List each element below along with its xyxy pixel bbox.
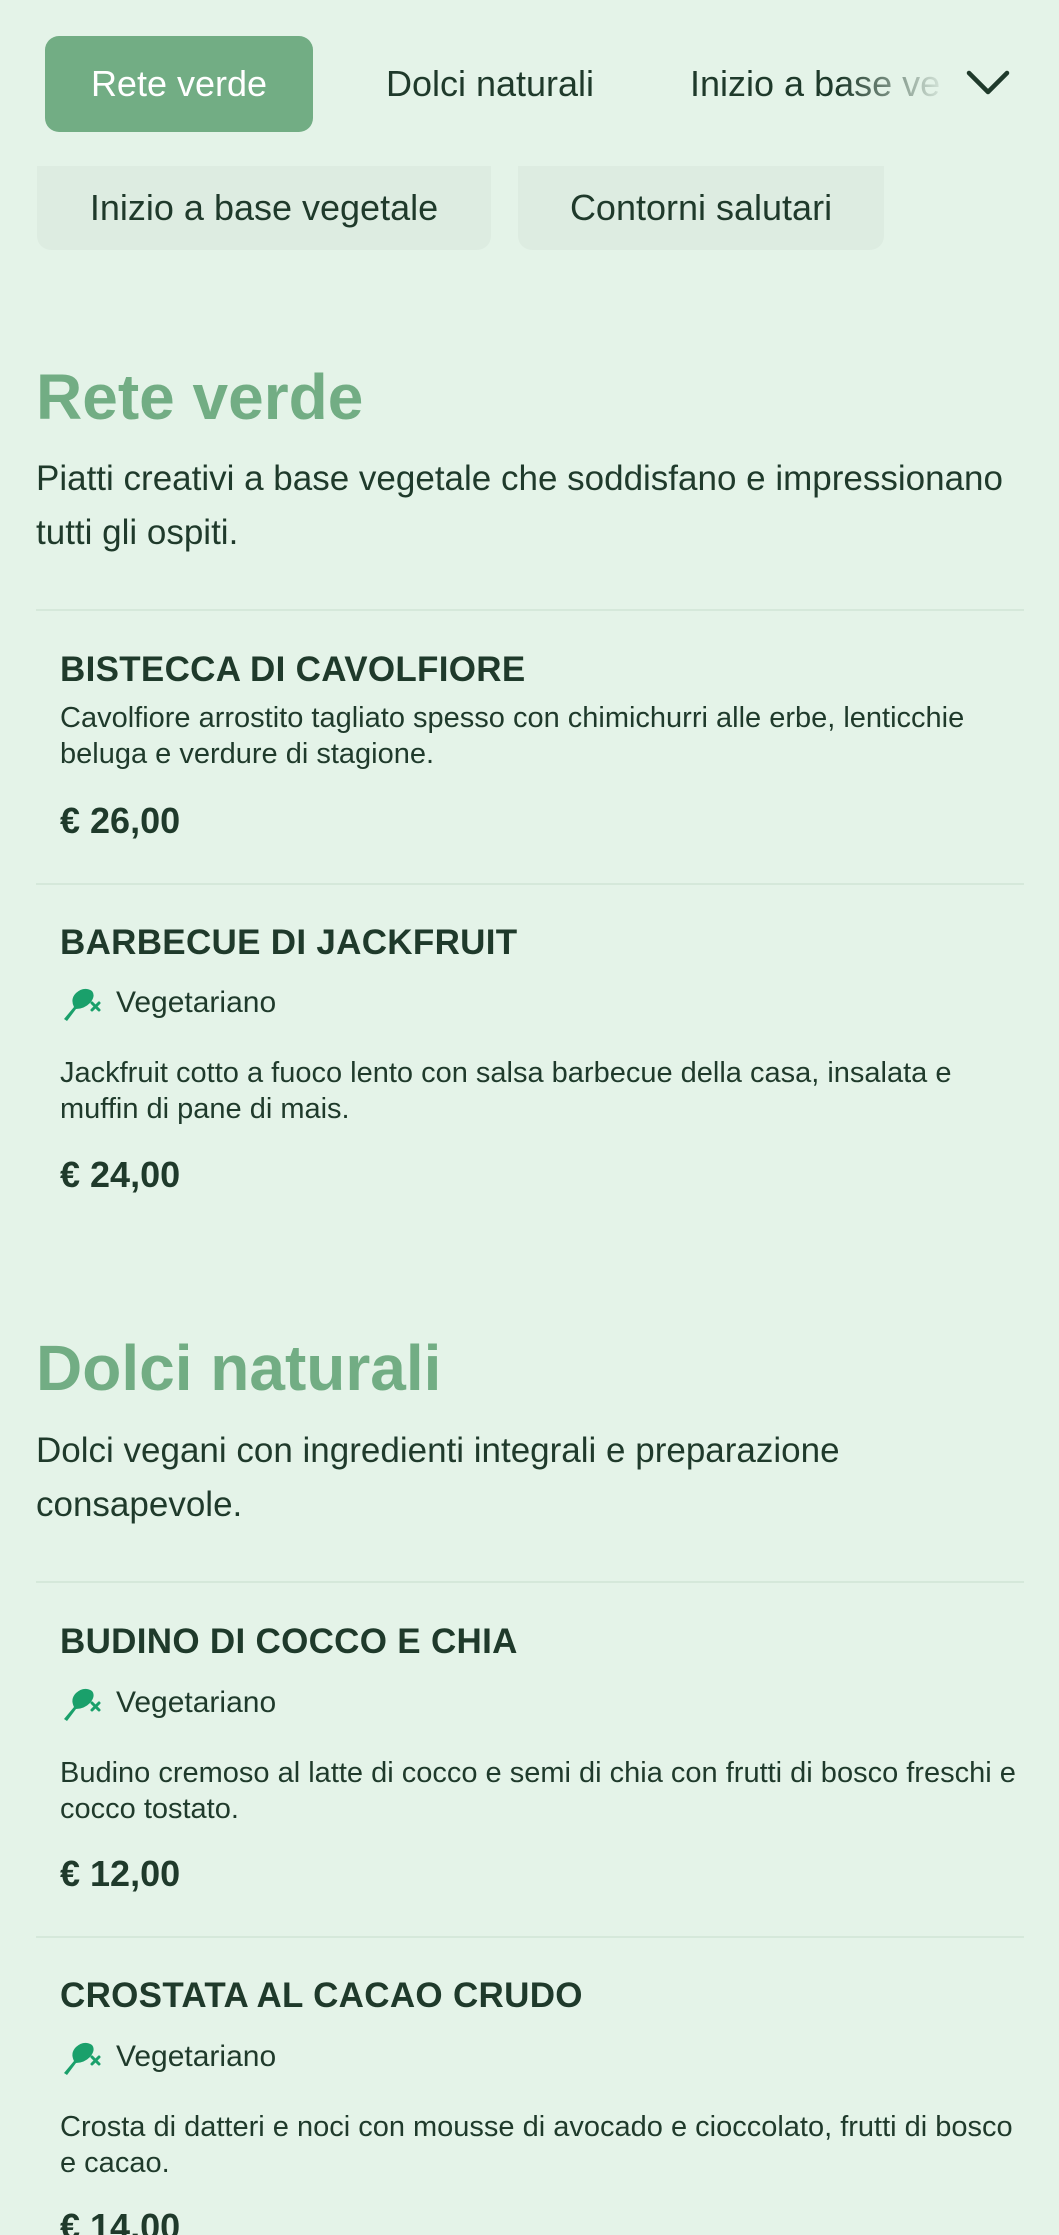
item-price: € 24,00	[60, 1154, 181, 1195]
divider	[36, 609, 1024, 611]
section-title: Rete verde	[36, 361, 364, 433]
item-description: Crosta di datteri e noci con mousse di a…	[60, 2111, 1013, 2179]
tab-label: Rete verde	[90, 63, 268, 104]
badge-label: Vegetariano	[116, 2040, 277, 2073]
tab-label: Dolci naturali	[385, 63, 595, 104]
divider	[36, 1936, 1024, 1938]
vegetarian-badge: Vegetariano	[60, 1683, 276, 1723]
item-description: Jackfruit cotto a fuoco lento con salsa …	[60, 1057, 952, 1125]
item-name: CROSTATA AL CACAO CRUDO	[60, 1976, 583, 2015]
chip-label: Contorni salutari	[569, 187, 833, 228]
chip-inizio-a-base-vegetale[interactable]: Inizio a base vegetale	[37, 166, 491, 250]
chevron-down-icon[interactable]	[963, 58, 1013, 108]
vegetarian-icon	[64, 2042, 101, 2075]
menu-page: Rete verde Dolci naturali Inizio a base …	[0, 0, 1059, 2235]
divider	[36, 1581, 1024, 1583]
item-name: BARBECUE DI JACKFRUIT	[60, 923, 518, 962]
vegetarian-icon	[64, 988, 101, 1021]
divider	[36, 883, 1024, 885]
item-price: € 12,00	[60, 1853, 181, 1894]
item-name: BISTECCA DI CAVOLFIORE	[60, 650, 526, 689]
item-price: € 26,00	[60, 800, 181, 841]
section-title: Dolci naturali	[36, 1332, 442, 1404]
item-price: € 14,00	[60, 2206, 181, 2235]
category-nav: Rete verde Dolci naturali Inizio a base …	[0, 0, 1059, 166]
section-description: Dolci vegani con ingredienti integrali e…	[36, 1431, 840, 1524]
vegetarian-badge: Vegetariano	[60, 983, 276, 1023]
item-name: BUDINO DI COCCO E CHIA	[60, 1622, 518, 1661]
vegetarian-icon	[64, 1688, 101, 1721]
section-description: Piatti creativi a base vegetale che sodd…	[36, 459, 1003, 552]
badge-label: Vegetariano	[116, 1686, 277, 1719]
item-description: Cavolfiore arrostito tagliato spesso con…	[60, 702, 965, 770]
chip-label: Inizio a base vegetale	[89, 187, 439, 228]
tab-rete-verde[interactable]: Rete verde	[45, 36, 313, 132]
item-description: Budino cremoso al latte di cocco e semi …	[60, 1757, 1016, 1825]
vegetarian-badge: Vegetariano	[60, 2037, 276, 2077]
badge-label: Vegetariano	[116, 986, 277, 1019]
tab-overflow-fade	[840, 0, 950, 166]
tab-dolci-naturali[interactable]: Dolci naturali	[350, 36, 630, 132]
chip-contorni-salutari[interactable]: Contorni salutari	[518, 166, 884, 250]
